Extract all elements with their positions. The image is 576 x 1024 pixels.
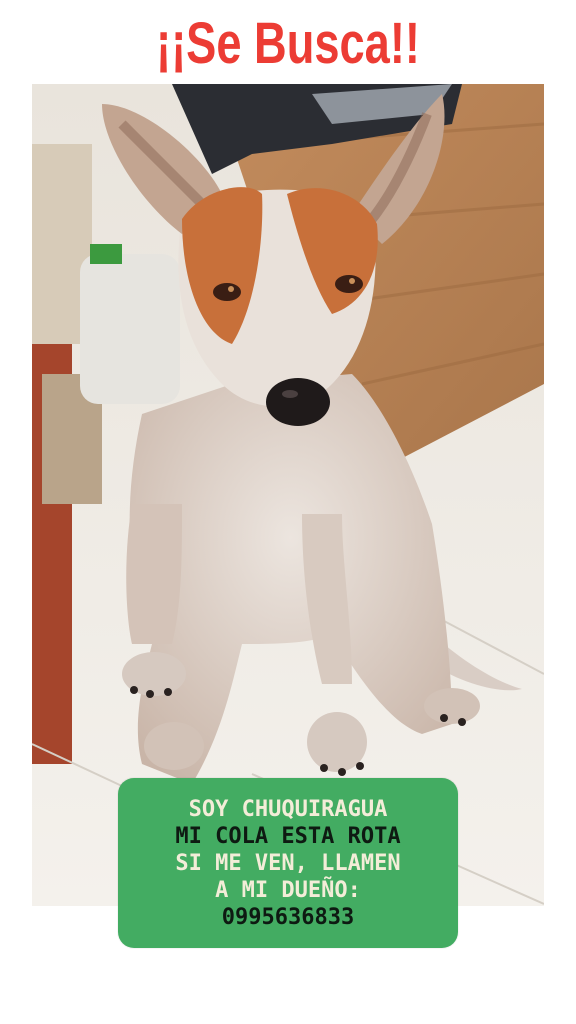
message-line-owner: A MI DUEÑO:: [215, 878, 361, 903]
phone-number: 0995636833: [221, 905, 355, 930]
message-box: SOY CHUQUIRAGUA MI COLA ESTA ROTA SI ME …: [118, 778, 458, 948]
message-line-request: SI ME VEN, LLAMEN: [175, 851, 401, 876]
poster-title: ¡¡Se Busca!!: [156, 11, 420, 76]
message-line-injury: MI COLA ESTA ROTA: [175, 824, 401, 849]
message-line-name: SOY CHUQUIRAGUA: [188, 797, 388, 822]
